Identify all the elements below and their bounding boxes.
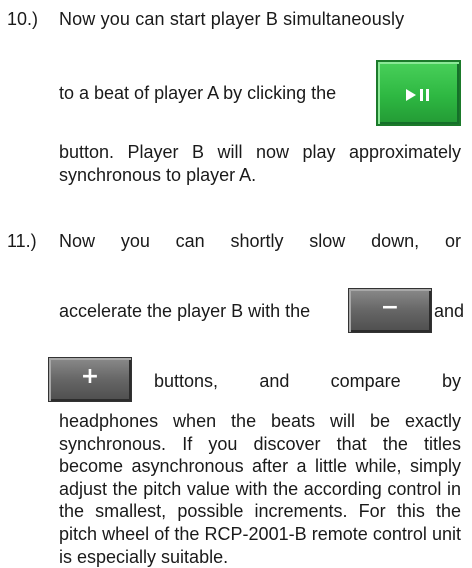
play-pause-button[interactable] [376, 60, 461, 126]
play-pause-icon [406, 89, 429, 101]
accelerate-button[interactable]: + [48, 357, 132, 402]
step-11-line-3-word: and [259, 371, 290, 391]
step-11-line-2-post: and [434, 301, 465, 321]
step-11-line-3-word: buttons, [154, 371, 219, 391]
step-11-line-1-word: shortly [230, 231, 284, 251]
plus-icon: + [80, 364, 100, 389]
step-11-continuation: headphones when the beats will be exactl… [59, 411, 461, 567]
step-10-number: 10.) [7, 9, 39, 29]
manual-page: 10.) Now you can start player B simultan… [0, 0, 472, 567]
step-11-line-1-word: slow [309, 231, 346, 251]
step-10-continuation: button. Player B will now play approxima… [59, 142, 461, 185]
step-11-line-3-word: by [441, 371, 461, 391]
step-11-line-3-word: compare [330, 371, 401, 391]
step-10-line-1: Now you can start player B simultaneousl… [59, 9, 405, 29]
step-11-number: 11.) [7, 231, 37, 251]
step-11-line-1-word: or [444, 231, 461, 251]
step-11-line-1-word: you [120, 231, 150, 251]
step-11-line-1: Now you can shortly slow down, or [59, 230, 461, 252]
step-11-line-2-pre: accelerate the player B with the [59, 301, 311, 321]
step-11-line-1-word: can [175, 231, 205, 251]
step-11-line-1-word: Now [59, 231, 96, 251]
step-11-line-3: buttons, and compare by [154, 370, 461, 392]
step-11-line-1-word: down, [371, 231, 420, 251]
slow-down-button[interactable]: − [348, 288, 432, 333]
step-10-line-2: to a beat of player A by clicking the [59, 83, 337, 103]
minus-icon: − [380, 295, 400, 320]
